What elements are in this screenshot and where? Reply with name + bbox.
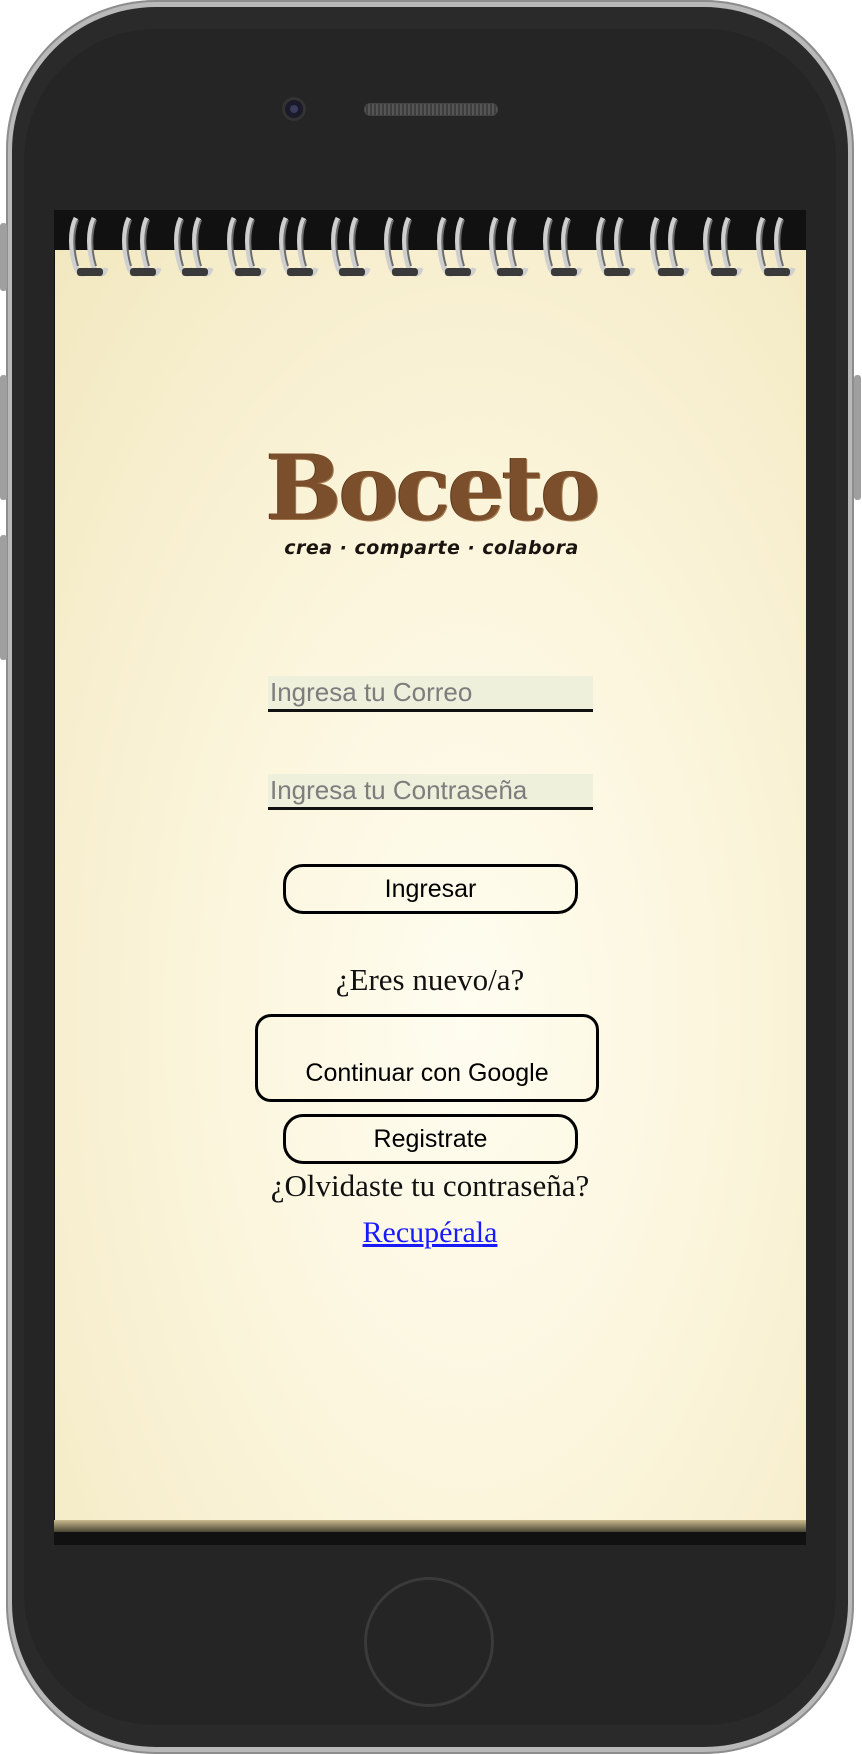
new-user-prompt: ¿Eres nuevo/a? — [335, 962, 525, 997]
forgot-password-prompt: ¿Olvidaste tu contraseña? — [270, 1168, 590, 1203]
volume-up-button — [0, 375, 7, 500]
spiral-ring — [174, 216, 214, 277]
notebook-bottom-edge — [54, 1520, 806, 1532]
spiral-ring — [596, 216, 636, 277]
spiral-ring — [384, 216, 424, 277]
mute-switch — [0, 223, 7, 291]
spiral-ring — [437, 216, 477, 277]
power-button — [854, 375, 861, 500]
earpiece-speaker — [364, 103, 498, 116]
google-signin-button[interactable]: Continuar con Google — [255, 1014, 599, 1102]
spiral-ring — [543, 216, 583, 277]
recover-password-link[interactable]: Recupérala — [310, 1216, 550, 1250]
spiral-ring — [279, 216, 319, 277]
password-input[interactable] — [268, 774, 593, 810]
logo-tagline: crea · comparte · colabora — [284, 537, 579, 559]
spiral-binding-icon — [69, 216, 796, 277]
spiral-ring — [756, 216, 796, 277]
logo-title: Boceto — [265, 435, 601, 541]
register-button[interactable]: Registrate — [283, 1114, 578, 1164]
spiral-ring — [489, 216, 529, 277]
spiral-ring — [227, 216, 267, 277]
spiral-ring — [650, 216, 690, 277]
spiral-ring — [69, 216, 109, 277]
email-input[interactable] — [268, 676, 593, 712]
app-screen: Boceto crea · comparte · colabora Ingres… — [54, 210, 806, 1545]
spiral-ring — [331, 216, 371, 277]
app-logo: Boceto crea · comparte · colabora — [254, 443, 609, 559]
home-button[interactable] — [364, 1577, 494, 1707]
front-camera-icon — [282, 97, 306, 121]
spiral-ring — [703, 216, 743, 277]
volume-down-button — [0, 535, 7, 660]
login-button[interactable]: Ingresar — [283, 864, 578, 914]
spiral-ring — [122, 216, 162, 277]
